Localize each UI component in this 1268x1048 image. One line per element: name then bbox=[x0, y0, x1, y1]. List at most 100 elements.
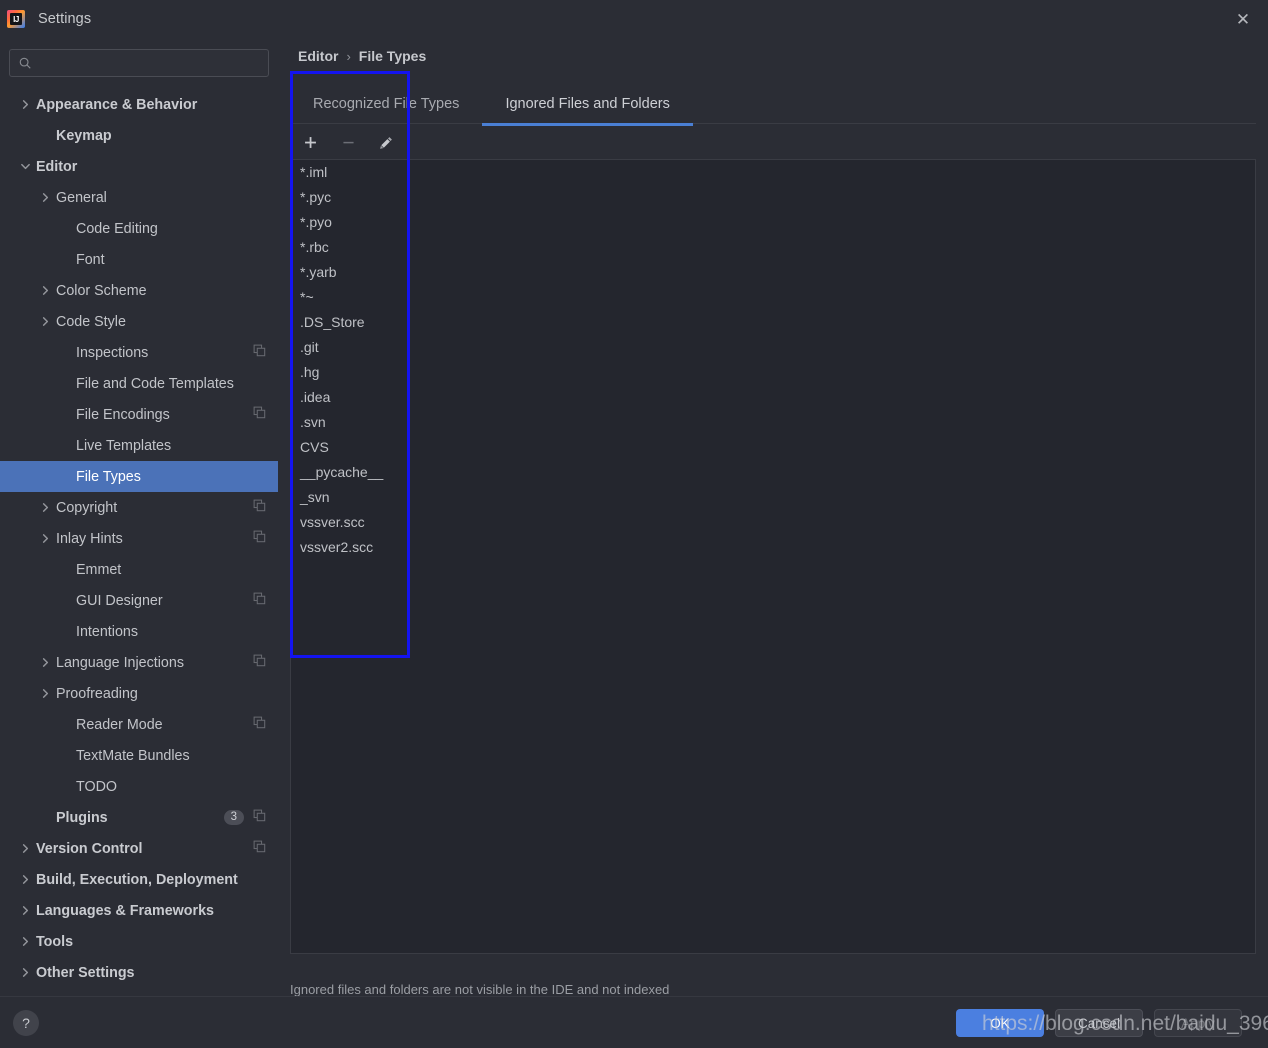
chevron-right-icon bbox=[14, 99, 36, 110]
close-icon[interactable]: ✕ bbox=[1230, 7, 1256, 31]
sidebar-item-live-templates[interactable]: Live Templates bbox=[0, 430, 278, 461]
copy-settings-icon[interactable] bbox=[253, 654, 266, 671]
breadcrumb-root[interactable]: Editor bbox=[298, 48, 338, 64]
list-item[interactable]: vssver2.scc bbox=[291, 535, 1255, 560]
sidebar-item-label: Reader Mode bbox=[76, 716, 163, 733]
list-item[interactable]: .git bbox=[291, 335, 1255, 360]
sidebar-item-version-control[interactable]: Version Control bbox=[0, 833, 278, 864]
list-item[interactable]: .hg bbox=[291, 360, 1255, 385]
sidebar-item-label: TODO bbox=[76, 778, 118, 795]
ignored-files-list[interactable]: *.iml *.pyc *.pyo *.rbc *.yarb *~ .DS_Store .gi… bbox=[290, 160, 1256, 954]
sidebar-item-label: Editor bbox=[36, 158, 78, 175]
sidebar-item-file-types[interactable]: File Types bbox=[0, 461, 278, 492]
chevron-right-icon bbox=[14, 905, 36, 916]
cancel-button[interactable]: Cancel bbox=[1055, 1009, 1143, 1037]
tab-ignored-files-and-folders[interactable]: Ignored Files and Folders bbox=[482, 82, 694, 126]
sidebar-item-general[interactable]: General bbox=[0, 182, 278, 213]
sidebar-item-label: Build, Execution, Deployment bbox=[36, 871, 238, 888]
copy-settings-icon[interactable] bbox=[253, 344, 266, 361]
plus-icon bbox=[304, 137, 316, 148]
sidebar-item-intentions[interactable]: Intentions bbox=[0, 616, 278, 647]
sidebar-item-textmate-bundles[interactable]: TextMate Bundles bbox=[0, 740, 278, 771]
sidebar-item-label: Inlay Hints bbox=[56, 530, 123, 547]
list-item[interactable]: *.rbc bbox=[291, 235, 1255, 260]
search-input[interactable] bbox=[39, 55, 260, 71]
sidebar-item-label: Emmet bbox=[76, 561, 122, 578]
sidebar-item-todo[interactable]: TODO bbox=[0, 771, 278, 802]
ok-button[interactable]: OK bbox=[956, 1009, 1044, 1037]
help-button[interactable]: ? bbox=[13, 1010, 39, 1036]
sidebar-item-code-editing[interactable]: Code Editing bbox=[0, 213, 278, 244]
sidebar-item-tools[interactable]: Tools bbox=[0, 926, 278, 957]
sidebar-item-emmet[interactable]: Emmet bbox=[0, 554, 278, 585]
copy-settings-icon[interactable] bbox=[253, 840, 266, 857]
sidebar-item-other-settings[interactable]: Other Settings bbox=[0, 957, 278, 988]
sidebar-item-plugins[interactable]: Plugins 3 bbox=[0, 802, 278, 833]
sidebar-item-label: Live Templates bbox=[76, 437, 172, 454]
list-item[interactable]: *.pyc bbox=[291, 185, 1255, 210]
list-item[interactable]: *.iml bbox=[291, 160, 1255, 185]
sidebar-item-label: Appearance & Behavior bbox=[36, 96, 198, 113]
sidebar-item-label: File and Code Templates bbox=[76, 375, 234, 392]
sidebar-item-label: File Encodings bbox=[76, 406, 170, 423]
tab-recognized-file-types[interactable]: Recognized File Types bbox=[290, 82, 482, 126]
settings-sidebar: Appearance & Behavior Keymap Editor General… bbox=[0, 38, 278, 996]
add-button[interactable] bbox=[298, 131, 322, 155]
sidebar-item-language-injections[interactable]: Language Injections bbox=[0, 647, 278, 678]
sidebar-item-reader-mode[interactable]: Reader Mode bbox=[0, 709, 278, 740]
copy-settings-icon[interactable] bbox=[253, 406, 266, 423]
list-item[interactable]: .svn bbox=[291, 410, 1255, 435]
list-item[interactable]: .idea bbox=[291, 385, 1255, 410]
sidebar-item-proofreading[interactable]: Proofreading bbox=[0, 678, 278, 709]
copy-settings-icon[interactable] bbox=[253, 530, 266, 547]
sidebar-item-label: GUI Designer bbox=[76, 592, 163, 609]
sidebar-item-color-scheme[interactable]: Color Scheme bbox=[0, 275, 278, 306]
edit-button[interactable] bbox=[374, 131, 398, 155]
ignored-hint-text: Ignored files and folders are not visibl… bbox=[290, 982, 670, 997]
list-item[interactable]: __pycache__ bbox=[291, 460, 1255, 485]
sidebar-item-inspections[interactable]: Inspections bbox=[0, 337, 278, 368]
apply-button[interactable]: Apply bbox=[1154, 1009, 1242, 1037]
breadcrumb-separator-icon: › bbox=[346, 48, 351, 64]
settings-tree: Appearance & Behavior Keymap Editor General… bbox=[0, 89, 278, 988]
chevron-right-icon bbox=[14, 967, 36, 978]
list-item[interactable]: *.yarb bbox=[291, 260, 1255, 285]
chevron-right-icon bbox=[34, 533, 56, 544]
pencil-icon bbox=[380, 136, 392, 149]
list-item[interactable]: *~ bbox=[291, 285, 1255, 310]
sidebar-item-code-style[interactable]: Code Style bbox=[0, 306, 278, 337]
minus-icon bbox=[342, 141, 354, 144]
remove-button[interactable] bbox=[336, 131, 360, 155]
list-item[interactable]: *.pyo bbox=[291, 210, 1255, 235]
sidebar-item-build-execution-deployment[interactable]: Build, Execution, Deployment bbox=[0, 864, 278, 895]
chevron-right-icon bbox=[14, 874, 36, 885]
copy-settings-icon[interactable] bbox=[253, 809, 266, 826]
sidebar-item-copyright[interactable]: Copyright bbox=[0, 492, 278, 523]
list-item[interactable]: CVS bbox=[291, 435, 1255, 460]
sidebar-item-label: Inspections bbox=[76, 344, 149, 361]
search-box[interactable] bbox=[9, 49, 269, 77]
sidebar-item-gui-designer[interactable]: GUI Designer bbox=[0, 585, 278, 616]
sidebar-item-inlay-hints[interactable]: Inlay Hints bbox=[0, 523, 278, 554]
tab-label: Ignored Files and Folders bbox=[505, 96, 670, 112]
file-types-tabs: Recognized File Types Ignored Files and F… bbox=[290, 82, 1256, 126]
sidebar-item-keymap[interactable]: Keymap bbox=[0, 120, 278, 151]
sidebar-item-label: Code Editing bbox=[76, 220, 158, 237]
sidebar-item-label: Copyright bbox=[56, 499, 118, 516]
sidebar-item-label: File Types bbox=[76, 468, 141, 485]
sidebar-item-label: Font bbox=[76, 251, 105, 268]
sidebar-item-file-encodings[interactable]: File Encodings bbox=[0, 399, 278, 430]
sidebar-item-appearance-behavior[interactable]: Appearance & Behavior bbox=[0, 89, 278, 120]
sidebar-item-label: Intentions bbox=[76, 623, 138, 640]
list-item[interactable]: _svn bbox=[291, 485, 1255, 510]
sidebar-item-file-and-code-templates[interactable]: File and Code Templates bbox=[0, 368, 278, 399]
sidebar-item-editor[interactable]: Editor bbox=[0, 151, 278, 182]
copy-settings-icon[interactable] bbox=[253, 716, 266, 733]
copy-settings-icon[interactable] bbox=[253, 499, 266, 516]
sidebar-item-languages-frameworks[interactable]: Languages & Frameworks bbox=[0, 895, 278, 926]
copy-settings-icon[interactable] bbox=[253, 592, 266, 609]
list-item[interactable]: vssver.scc bbox=[291, 510, 1255, 535]
list-item[interactable]: .DS_Store bbox=[291, 310, 1255, 335]
sidebar-item-font[interactable]: Font bbox=[0, 244, 278, 275]
app-logo-text: IJ bbox=[10, 13, 22, 25]
